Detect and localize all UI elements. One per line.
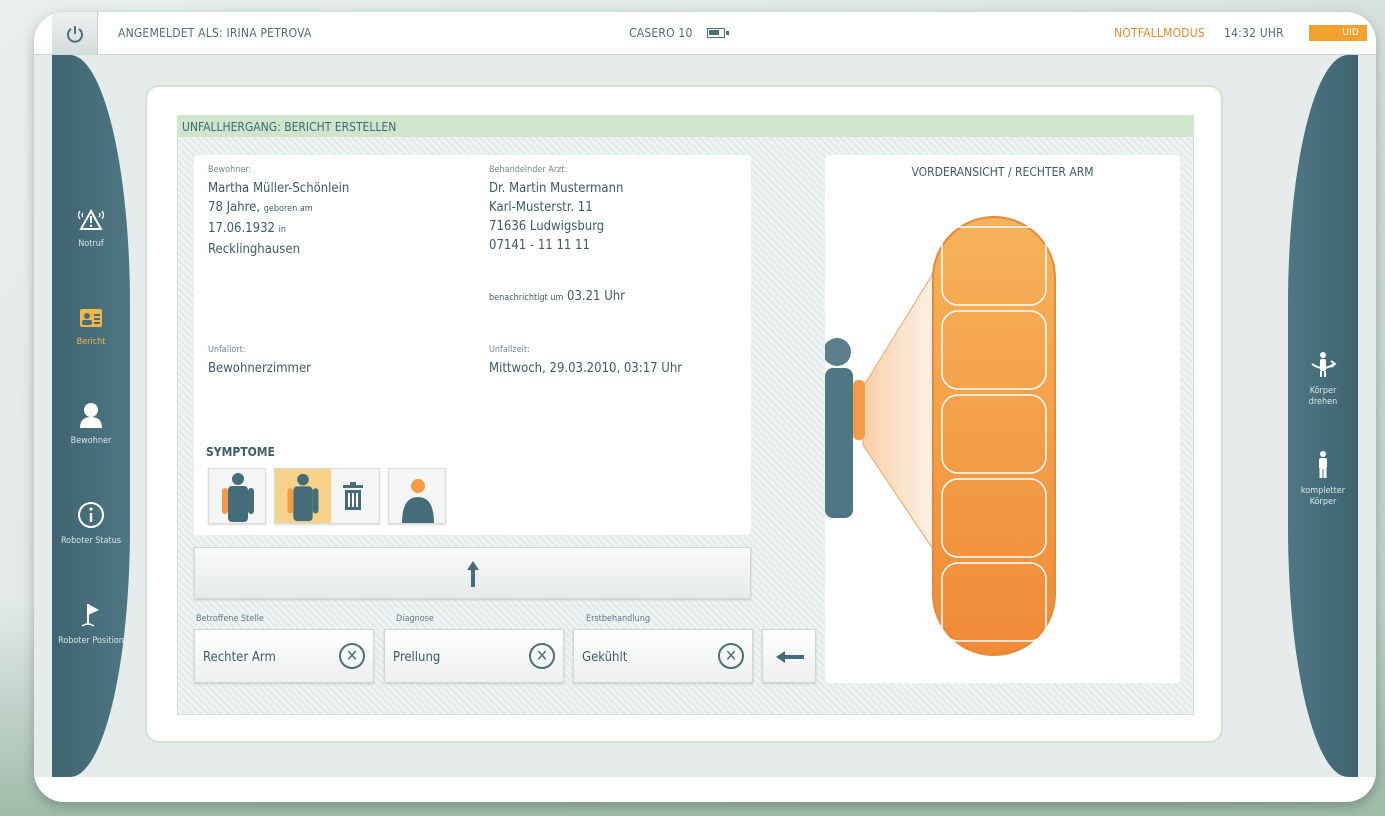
doctor-phone: 07141 - 11 11 11 — [489, 238, 590, 253]
nav-koerper-drehen[interactable]: Körper drehen — [1288, 350, 1358, 408]
battery-icon — [706, 28, 729, 38]
resident-birth-line: 17.06.1932 in — [208, 219, 349, 240]
body-head-icon — [402, 479, 434, 523]
symptoms-title: SYMPTOME — [206, 445, 275, 459]
location-value: Bewohnerzimmer — [208, 361, 311, 376]
full-body-icon — [1319, 451, 1327, 478]
up-arrow-icon — [467, 561, 479, 587]
power-icon — [66, 25, 83, 43]
trash-icon[interactable] — [339, 481, 367, 513]
field-label-stelle: Betroffene Stelle — [196, 614, 264, 624]
flag-icon — [81, 604, 99, 627]
field-value: Rechter Arm — [203, 650, 276, 665]
doctor-label: Behandelnder Arzt: — [489, 165, 568, 175]
field-label-diagnose: Diagnose — [396, 614, 434, 624]
symptom-arm-thumb[interactable] — [208, 468, 266, 524]
resident-birthdate: 17.06.1932 — [208, 221, 275, 236]
resident-info: Martha Müller-Schönlein 78 Jahre, gebore… — [208, 179, 349, 259]
time-label: Unfallzeit: — [489, 345, 530, 355]
location-label: Unfallort: — [208, 345, 246, 355]
time-value: Mittwoch, 29.03.2010, 03:17 Uhr — [489, 361, 683, 376]
info-box: Bewohner: Martha Müller-Schönlein 78 Jah… — [194, 155, 751, 535]
resident-age: 78 Jahre, — [208, 200, 261, 215]
resident-name: Martha Müller-Schönlein — [208, 181, 350, 196]
clear-stelle-button[interactable]: ✕ — [339, 643, 365, 669]
uid-badge: UID — [1309, 25, 1367, 41]
device-name: CASERO 10 — [629, 26, 693, 40]
left-arrow-icon — [776, 651, 804, 663]
clear-diagnose-button[interactable]: ✕ — [529, 643, 555, 669]
warning-icon — [77, 208, 105, 230]
notified-label: benachrichtigt um — [489, 293, 564, 303]
nav-notruf[interactable]: Notruf — [56, 205, 126, 250]
info-icon — [78, 502, 104, 528]
nav-roboter-position[interactable]: Roboter Position — [56, 600, 126, 647]
nav-label: Bericht — [76, 337, 106, 347]
field-erstbehandlung[interactable]: Gekühlt ✕ — [573, 629, 753, 683]
field-value: Gekühlt — [582, 650, 628, 665]
device-status: CASERO 10 — [629, 26, 729, 40]
emergency-mode[interactable]: NOTFALLMODUS — [1114, 26, 1205, 40]
right-sidebar: Körper drehen kompletter Körper — [1288, 55, 1358, 777]
nav-roboter-status[interactable]: Roboter Status — [56, 500, 126, 547]
zoom-cone — [862, 265, 938, 557]
nav-bewohner[interactable]: Bewohner — [56, 400, 126, 447]
doctor-city: 71636 Ludwigsburg — [489, 219, 605, 234]
nav-label: Notruf — [78, 239, 104, 249]
born-label: geboren am — [263, 204, 313, 214]
body-arm-icon — [222, 473, 254, 522]
body-diagram — [825, 216, 1056, 656]
symptom-head-thumb[interactable] — [388, 468, 446, 524]
nav-label: kompletter Körper — [1300, 486, 1346, 507]
resident-label: Bewohner: — [208, 165, 252, 175]
body-figure — [825, 338, 865, 518]
body-arm-selected-icon — [287, 473, 319, 522]
logged-in-user: ANGEMELDET ALS: IRINA PETROVA — [118, 26, 312, 40]
clear-erstbehandlung-button[interactable]: ✕ — [718, 643, 744, 669]
power-button[interactable] — [52, 12, 98, 55]
nav-label: Körper drehen — [1308, 386, 1338, 407]
doctor-name: Dr. Martin Mustermann — [489, 181, 624, 196]
clock: 14:32 UHR — [1224, 26, 1284, 40]
nav-label: Bewohner — [70, 436, 112, 446]
arm-zoom — [932, 216, 1056, 656]
nav-label: Roboter Position — [58, 636, 124, 646]
body-view: VORDERANSICHT / RECHTER ARM — [825, 155, 1180, 683]
field-betroffene-stelle[interactable]: Rechter Arm ✕ — [194, 629, 374, 683]
doctor-street: Karl-Musterstr. 11 — [489, 200, 593, 215]
field-label-erstbehandlung: Erstbehandlung — [586, 614, 650, 624]
rotate-body-icon — [1311, 352, 1337, 377]
back-button[interactable] — [762, 629, 816, 683]
field-diagnose[interactable]: Prellung ✕ — [384, 629, 564, 683]
born-in-label: in — [278, 225, 287, 235]
field-value: Prellung — [393, 650, 441, 665]
nav-bericht[interactable]: Bericht — [56, 305, 126, 348]
resident-birthplace: Recklinghausen — [208, 242, 300, 257]
left-sidebar: Notruf Bericht Bewohner Roboter Status R… — [52, 55, 130, 777]
symptom-selected-thumb[interactable] — [274, 468, 380, 524]
top-bar: ANGEMELDET ALS: IRINA PETROVA CASERO 10 … — [34, 12, 1376, 55]
notified-time: 03.21 Uhr — [567, 289, 625, 304]
nav-kompletter-koerper[interactable]: kompletter Körper — [1288, 450, 1358, 508]
resident-age-line: 78 Jahre, geboren am — [208, 198, 349, 219]
person-icon — [80, 403, 102, 428]
doctor-info: Dr. Martin Mustermann Karl-Musterstr. 11… — [489, 179, 623, 255]
nav-label: Roboter Status — [60, 536, 122, 546]
notified-line: benachrichtigt um 03.21 Uhr — [489, 287, 625, 308]
expand-up-button[interactable] — [194, 547, 751, 599]
id-card-icon — [80, 309, 102, 327]
panel-title: UNFALLHERGANG: BERICHT ERSTELLEN — [177, 115, 1194, 137]
